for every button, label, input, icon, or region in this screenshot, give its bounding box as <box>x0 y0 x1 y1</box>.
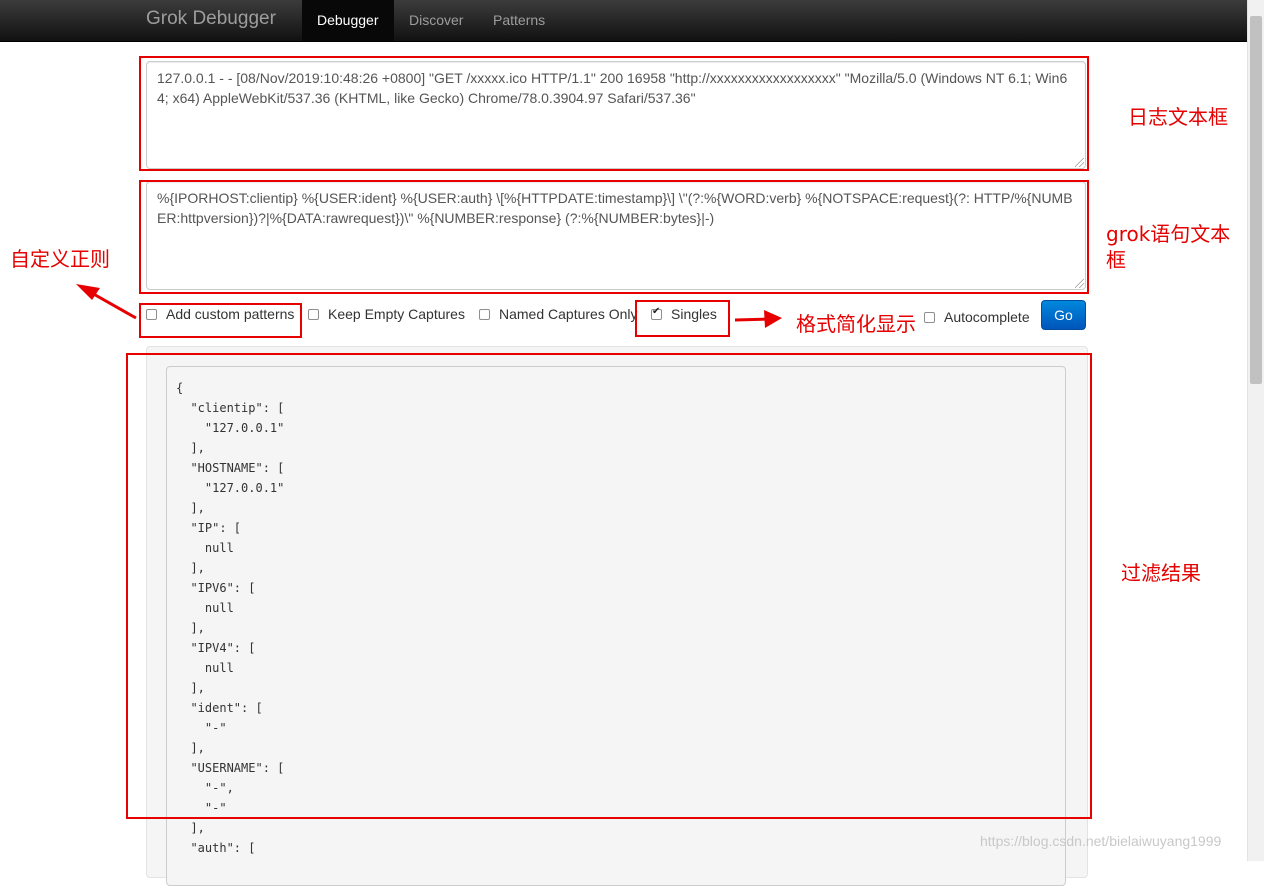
annotation-result: 过滤结果 <box>1121 561 1201 585</box>
annotation-arrows <box>76 284 782 328</box>
annotation-grok-box: grok语句文本框 <box>1106 222 1231 272</box>
arrow-to-singles <box>734 310 782 328</box>
arrow-to-custom-patterns <box>76 284 137 320</box>
watermark: https://blog.csdn.net/bielaiwuyang1999 <box>980 833 1222 849</box>
annotation-singles: 格式简化显示 <box>796 312 916 336</box>
annotation-log-box: 日志文本框 <box>1128 105 1228 129</box>
annotation-custom-regex: 自定义正则 <box>10 247 110 271</box>
